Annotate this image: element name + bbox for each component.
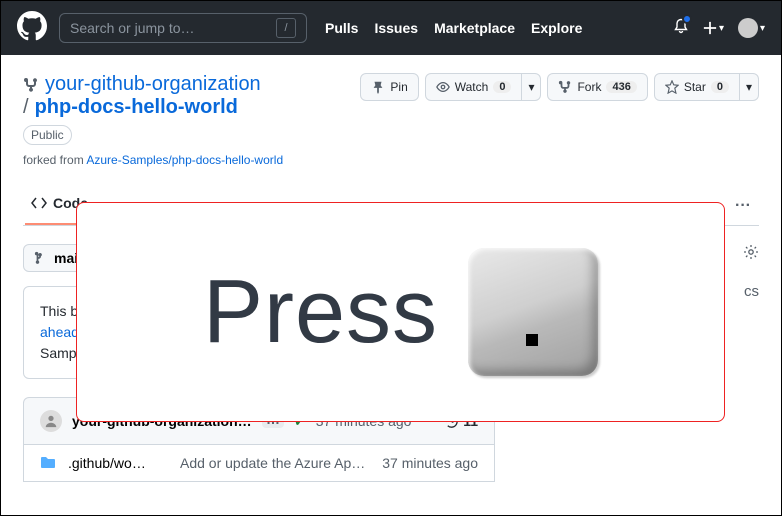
repo-actions: Pin Watch 0 ▾ Fork 436 Star 0 (360, 73, 759, 101)
notification-dot (682, 14, 692, 24)
star-icon (665, 80, 679, 94)
fork-button[interactable]: Fork 436 (547, 73, 647, 101)
file-time: 37 minutes ago (382, 455, 478, 471)
search-placeholder: Search or jump to… (70, 20, 195, 36)
chevron-down-icon: ▾ (746, 80, 752, 94)
star-button[interactable]: Star 0 (654, 73, 740, 101)
top-right-icons: ▾ ▾ (673, 18, 765, 39)
create-new-menu[interactable]: ▾ (703, 21, 724, 35)
watch-button[interactable]: Watch 0 (425, 73, 523, 101)
pin-button[interactable]: Pin (360, 73, 418, 101)
notifications-icon[interactable] (673, 18, 689, 39)
repo-forked-icon (23, 77, 39, 93)
branch-icon (34, 251, 48, 265)
press-label: Press (203, 261, 438, 364)
repo-title: your-github-organization (23, 73, 283, 96)
nav-explore[interactable]: Explore (531, 20, 582, 36)
ahead-link[interactable]: ahead (40, 324, 79, 340)
press-key-overlay: Press (76, 202, 725, 422)
chevron-down-icon: ▾ (760, 23, 765, 34)
user-menu[interactable]: ▾ (738, 18, 765, 38)
top-nav: Search or jump to… / Pulls Issues Market… (1, 1, 781, 55)
star-menu[interactable]: ▾ (740, 73, 759, 101)
chevron-down-icon: ▾ (528, 80, 534, 94)
file-commit-msg: Add or update the Azure Ap… (180, 455, 370, 471)
forked-from-link[interactable]: Azure-Samples/php-docs-hello-world (86, 153, 283, 167)
slash-key-hint: / (276, 18, 296, 38)
file-name: .github/wo… (68, 455, 168, 471)
repo-owner-link[interactable]: your-github-organization (45, 73, 261, 96)
nav-pulls[interactable]: Pulls (325, 20, 358, 36)
gear-icon[interactable] (743, 244, 759, 265)
nav-issues[interactable]: Issues (374, 20, 418, 36)
github-logo[interactable] (17, 11, 47, 46)
pin-icon (371, 80, 385, 94)
fork-icon (558, 80, 572, 94)
star-count: 0 (711, 81, 729, 93)
nav-marketplace[interactable]: Marketplace (434, 20, 515, 36)
commit-avatar-icon (40, 410, 62, 432)
search-input[interactable]: Search or jump to… / (59, 13, 307, 43)
watch-count: 0 (493, 81, 511, 93)
forked-from: forked from Azure-Samples/php-docs-hello… (23, 153, 283, 167)
tab-overflow-menu[interactable]: ··· (727, 193, 759, 219)
repo-slash: / (23, 96, 29, 119)
chevron-down-icon: ▾ (719, 23, 724, 34)
repo-name-link[interactable]: php-docs-hello-world (35, 96, 238, 119)
avatar-icon (738, 18, 758, 38)
watch-menu[interactable]: ▾ (522, 73, 541, 101)
code-icon (31, 195, 47, 211)
period-key-icon (468, 248, 598, 376)
folder-icon (40, 455, 56, 471)
eye-icon (436, 80, 450, 94)
nav-links: Pulls Issues Marketplace Explore (325, 20, 582, 36)
file-row[interactable]: .github/wo… Add or update the Azure Ap… … (23, 445, 495, 482)
visibility-badge: Public (23, 125, 72, 145)
fork-count: 436 (606, 81, 636, 93)
